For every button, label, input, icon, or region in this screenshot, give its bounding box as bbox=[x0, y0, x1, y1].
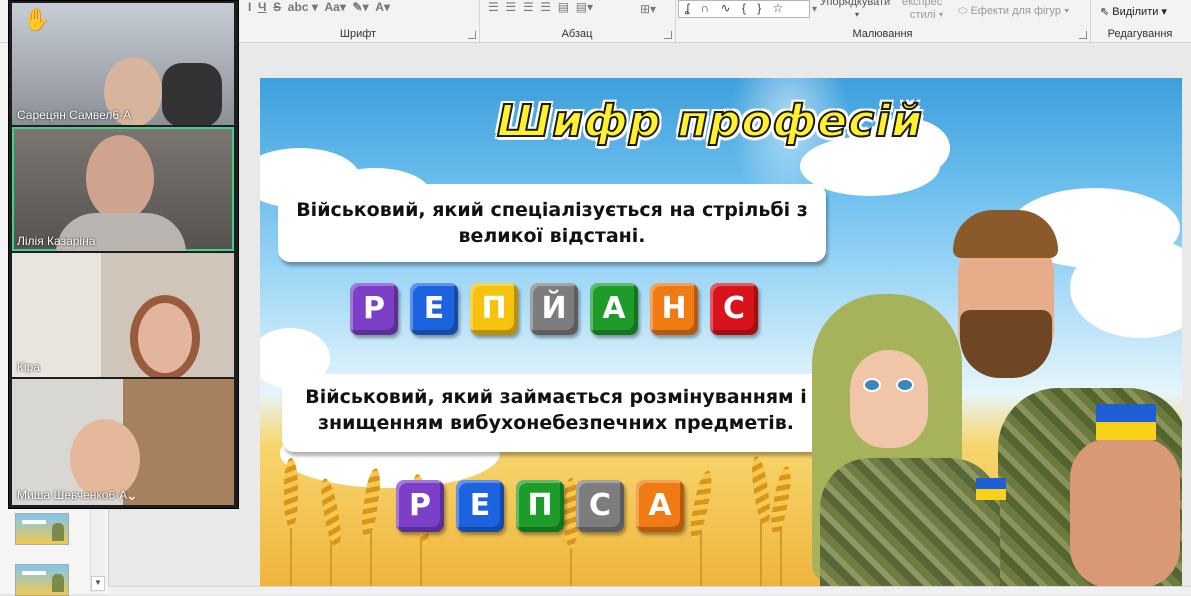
wheat-ear bbox=[284, 458, 298, 528]
tile-letter: С bbox=[722, 291, 746, 326]
raised-hand-icon: ✋ bbox=[23, 7, 51, 32]
letter-tile[interactable]: П bbox=[470, 283, 518, 335]
tile-letter: Й bbox=[541, 291, 567, 326]
editing-group: Редагування bbox=[1090, 0, 1190, 42]
question-box-1[interactable]: Військовий, який спеціалізується на стрі… bbox=[278, 184, 826, 262]
drawing-group: Малювання bbox=[675, 0, 1091, 42]
letter-tile[interactable]: Е bbox=[456, 480, 504, 532]
soldier-woman-illustration bbox=[820, 458, 1000, 586]
letter-tile[interactable]: Й bbox=[530, 283, 578, 335]
participant-tile[interactable]: Кіра bbox=[12, 253, 234, 377]
slide-thumbnail[interactable] bbox=[15, 564, 69, 596]
question-box-2[interactable]: Військовий, який займається розмінування… bbox=[282, 374, 830, 452]
participant-face bbox=[86, 135, 154, 221]
letter-tile[interactable]: Р bbox=[396, 480, 444, 532]
tile-letter: А bbox=[648, 488, 672, 523]
slide-thumbnail[interactable] bbox=[15, 513, 69, 545]
question-1-text: Військовий, який спеціалізується на стрі… bbox=[296, 199, 808, 247]
letter-tile[interactable]: А bbox=[636, 480, 684, 532]
letter-tile[interactable]: Р bbox=[350, 283, 398, 335]
participant-name: Сарецян Самвел6-А bbox=[17, 108, 132, 122]
font-group: Шрифт bbox=[237, 0, 480, 42]
letter-tile[interactable]: П bbox=[516, 480, 564, 532]
participant-name: Миша Шевченко6-А bbox=[17, 488, 128, 502]
participant-tile-active[interactable]: Лілія Казаріна bbox=[12, 127, 234, 251]
tile-letter: П bbox=[481, 291, 507, 326]
participant-name: Лілія Казаріна bbox=[17, 234, 96, 248]
ukraine-flag-icon bbox=[976, 478, 1006, 500]
tile-letter: Е bbox=[423, 291, 445, 326]
gaming-chair bbox=[162, 63, 222, 125]
wheat-ear bbox=[686, 469, 716, 541]
tile-letter: Е bbox=[469, 488, 491, 523]
drawing-group-label: Малювання bbox=[852, 28, 913, 40]
participant-name: Кіра bbox=[17, 360, 41, 374]
tile-letter: С bbox=[588, 488, 612, 523]
letter-tile[interactable]: С bbox=[710, 283, 758, 335]
slide-canvas[interactable]: Шифр професій Військовий, який спеціаліз… bbox=[260, 78, 1182, 586]
wheat-ear bbox=[749, 455, 773, 527]
participant-tile[interactable]: Миша Шевченко6-А bbox=[12, 379, 234, 505]
font-launcher-icon[interactable] bbox=[468, 31, 476, 39]
tile-letter: А bbox=[602, 291, 626, 326]
paragraph-launcher-icon[interactable] bbox=[664, 31, 672, 39]
chevron-down-icon[interactable]: ⌄ bbox=[126, 487, 138, 504]
wheat-ear bbox=[318, 477, 344, 549]
scroll-down-icon[interactable]: ▼ bbox=[91, 576, 105, 591]
editing-group-label: Редагування bbox=[1107, 28, 1173, 40]
eye bbox=[863, 378, 881, 392]
letter-tile[interactable]: С bbox=[576, 480, 624, 532]
align-text-icon[interactable]: ⊞▾ bbox=[640, 2, 656, 16]
tile-letter: П bbox=[527, 488, 553, 523]
soldier-man-arm bbox=[1070, 438, 1180, 586]
question-2-text: Військовий, який займається розмінування… bbox=[305, 386, 807, 434]
paragraph-group-label: Абзац bbox=[561, 28, 593, 40]
soldier-man-beard bbox=[960, 310, 1052, 378]
font-group-label: Шрифт bbox=[339, 28, 377, 40]
participant-face bbox=[130, 295, 200, 377]
tile-letter: Р bbox=[409, 488, 431, 523]
tile-letter: Н bbox=[661, 291, 687, 326]
letter-tile[interactable]: Н bbox=[650, 283, 698, 335]
ukraine-flag-icon bbox=[1096, 404, 1156, 440]
slide-title[interactable]: Шифр професій bbox=[472, 95, 948, 148]
letter-tile[interactable]: Е bbox=[410, 283, 458, 335]
tile-letter: Р bbox=[363, 291, 385, 326]
soldier-woman-face bbox=[850, 350, 928, 448]
drawing-launcher-icon[interactable] bbox=[1079, 31, 1087, 39]
letter-tile[interactable]: А bbox=[590, 283, 638, 335]
eye bbox=[896, 378, 914, 392]
wheat-ear bbox=[768, 465, 794, 537]
video-call-panel: Сарецян Самвел6-А Лілія Казаріна Кіра Ми… bbox=[8, 0, 239, 509]
